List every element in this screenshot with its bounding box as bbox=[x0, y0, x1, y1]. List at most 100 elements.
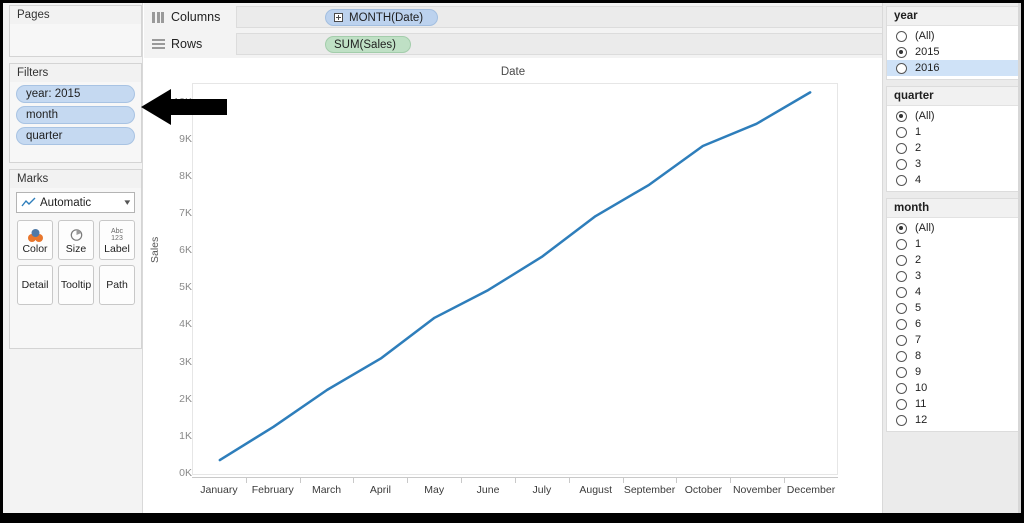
marks-path-button[interactable]: Path bbox=[99, 265, 135, 305]
sales-line bbox=[220, 92, 810, 460]
filter-card-title-year: year bbox=[887, 7, 1019, 26]
marks-color-label: Color bbox=[22, 243, 47, 255]
columns-label-text: Columns bbox=[171, 10, 220, 24]
filter-pill-quarter[interactable]: quarter bbox=[16, 127, 135, 145]
x-tick-december: December bbox=[784, 478, 838, 501]
radio-button-icon[interactable] bbox=[896, 383, 907, 394]
radio-button-icon[interactable] bbox=[896, 271, 907, 282]
filter-card-title-month: month bbox=[887, 199, 1019, 218]
marks-tooltip-button[interactable]: Tooltip bbox=[58, 265, 94, 305]
filter-option-month-all[interactable]: (All) bbox=[887, 220, 1019, 236]
radio-button-icon[interactable] bbox=[896, 175, 907, 186]
columns-shelf-track[interactable]: MONTH(Date) bbox=[236, 6, 976, 28]
filter-option-label: (All) bbox=[915, 30, 935, 42]
plus-box-icon[interactable] bbox=[334, 13, 343, 22]
radio-button-icon[interactable] bbox=[896, 319, 907, 330]
filter-option-label: (All) bbox=[915, 110, 935, 122]
radio-button-icon[interactable] bbox=[896, 335, 907, 346]
rows-label-text: Rows bbox=[171, 37, 202, 51]
filter-option-month-10[interactable]: 10 bbox=[887, 380, 1019, 396]
radio-button-icon[interactable] bbox=[896, 159, 907, 170]
rows-icon bbox=[152, 39, 165, 50]
filter-option-month-1[interactable]: 1 bbox=[887, 236, 1019, 252]
filter-options-month: (All)123456789101112 bbox=[887, 218, 1019, 431]
filter-option-label: 10 bbox=[915, 382, 927, 394]
filter-option-quarter-4[interactable]: 4 bbox=[887, 172, 1019, 188]
radio-button-icon[interactable] bbox=[896, 287, 907, 298]
filter-option-month-3[interactable]: 3 bbox=[887, 268, 1019, 284]
filter-pill-month[interactable]: month bbox=[16, 106, 135, 124]
filter-option-month-9[interactable]: 9 bbox=[887, 364, 1019, 380]
filter-option-quarter-all[interactable]: (All) bbox=[887, 108, 1019, 124]
columns-shelf-label: Columns bbox=[144, 10, 236, 24]
columns-shelf-row: Columns MONTH(Date) bbox=[144, 6, 976, 28]
filter-option-label: 2015 bbox=[915, 46, 939, 58]
filter-option-month-8[interactable]: 8 bbox=[887, 348, 1019, 364]
filter-option-month-2[interactable]: 2 bbox=[887, 252, 1019, 268]
y-tick-8K: 8K bbox=[146, 170, 192, 182]
marks-size-button[interactable]: Size bbox=[58, 220, 94, 260]
x-tick-october: October bbox=[676, 478, 730, 501]
rows-shelf-track[interactable]: SUM(Sales) bbox=[236, 33, 976, 55]
filter-pill-year[interactable]: year: 2015 bbox=[16, 85, 135, 103]
y-tick-5K: 5K bbox=[146, 281, 192, 293]
filter-option-month-6[interactable]: 6 bbox=[887, 316, 1019, 332]
filter-option-label: 9 bbox=[915, 366, 921, 378]
plot-area bbox=[192, 83, 838, 475]
filter-option-quarter-1[interactable]: 1 bbox=[887, 124, 1019, 140]
filter-option-quarter-2[interactable]: 2 bbox=[887, 140, 1019, 156]
svg-text:123: 123 bbox=[111, 235, 123, 242]
marks-detail-button[interactable]: Detail bbox=[17, 265, 53, 305]
radio-button-icon[interactable] bbox=[896, 143, 907, 154]
mark-type-dropdown[interactable]: Automatic ▾ bbox=[16, 192, 135, 213]
filter-option-year-2015[interactable]: 2015 bbox=[887, 44, 1019, 60]
marks-card: Marks Automatic ▾ Col bbox=[9, 169, 142, 349]
filter-cards-sidebar: year(All)20152016quarter(All)1234month(A… bbox=[882, 3, 1021, 513]
y-tick-9K: 9K bbox=[146, 133, 192, 145]
radio-button-icon[interactable] bbox=[896, 415, 907, 426]
radio-button-icon[interactable] bbox=[896, 63, 907, 74]
y-tick-6K: 6K bbox=[146, 244, 192, 256]
radio-button-icon[interactable] bbox=[896, 255, 907, 266]
radio-button-icon[interactable] bbox=[896, 31, 907, 42]
marks-label-button[interactable]: Abc 123 Label bbox=[99, 220, 135, 260]
radio-button-icon[interactable] bbox=[896, 47, 907, 58]
filter-card-quarter: quarter (All) 1 2 3 4 bbox=[886, 86, 1020, 192]
columns-pill-month-date[interactable]: MONTH(Date) bbox=[325, 9, 438, 26]
y-tick-3K: 3K bbox=[146, 356, 192, 368]
radio-button-icon[interactable] bbox=[896, 303, 907, 314]
filter-option-quarter-3[interactable]: 3 bbox=[887, 156, 1019, 172]
filter-option-year-2016[interactable]: 2016 bbox=[887, 60, 1019, 76]
mark-buttons-grid: Color Size Abc 123 bbox=[10, 213, 141, 305]
annotation-arrow bbox=[141, 87, 227, 132]
filter-option-year-all[interactable]: (All) bbox=[887, 28, 1019, 44]
marks-card-title: Marks bbox=[10, 170, 141, 188]
right-scroll-edge[interactable] bbox=[1018, 3, 1021, 513]
x-axis-ticks: JanuaryFebruaryMarchAprilMayJuneJulyAugu… bbox=[192, 477, 838, 501]
radio-button-icon[interactable] bbox=[896, 399, 907, 410]
x-tick-august: August bbox=[569, 478, 623, 501]
filter-option-label: 1 bbox=[915, 238, 921, 250]
radio-button-icon[interactable] bbox=[896, 223, 907, 234]
filter-option-month-11[interactable]: 11 bbox=[887, 396, 1019, 412]
rows-pill-sum-sales[interactable]: SUM(Sales) bbox=[325, 36, 411, 53]
radio-button-icon[interactable] bbox=[896, 239, 907, 250]
columns-pill-text: MONTH(Date) bbox=[349, 10, 423, 26]
marks-color-button[interactable]: Color bbox=[17, 220, 53, 260]
filter-option-month-5[interactable]: 5 bbox=[887, 300, 1019, 316]
filter-option-month-7[interactable]: 7 bbox=[887, 332, 1019, 348]
rows-shelf-row: Rows SUM(Sales) bbox=[144, 33, 976, 55]
filter-card-title-quarter: quarter bbox=[887, 87, 1019, 106]
filter-option-month-12[interactable]: 12 bbox=[887, 412, 1019, 428]
pages-card-title: Pages bbox=[10, 6, 141, 24]
filter-option-label: 12 bbox=[915, 414, 927, 426]
line-chart-series bbox=[193, 84, 837, 474]
radio-button-icon[interactable] bbox=[896, 367, 907, 378]
x-tick-february: February bbox=[246, 478, 300, 501]
radio-button-icon[interactable] bbox=[896, 127, 907, 138]
filter-option-label: 1 bbox=[915, 126, 921, 138]
filter-option-label: 3 bbox=[915, 158, 921, 170]
radio-button-icon[interactable] bbox=[896, 351, 907, 362]
radio-button-icon[interactable] bbox=[896, 111, 907, 122]
filter-option-month-4[interactable]: 4 bbox=[887, 284, 1019, 300]
